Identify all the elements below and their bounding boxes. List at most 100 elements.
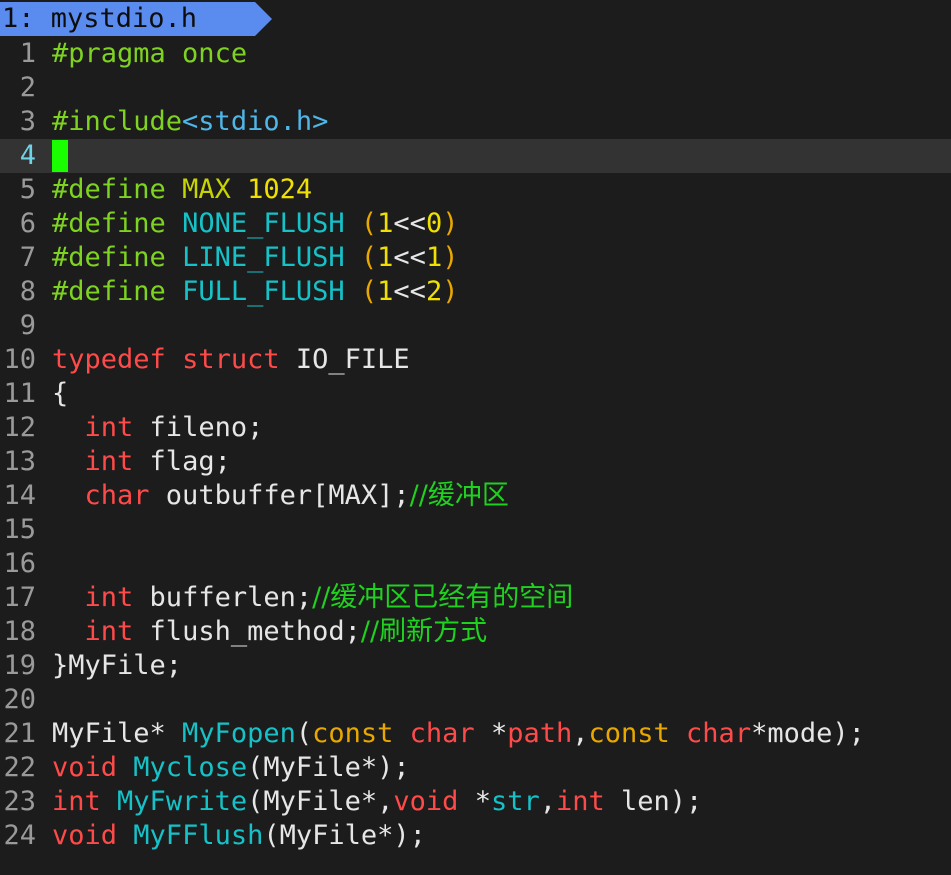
- code-line[interactable]: 12 int fileno;: [0, 411, 951, 445]
- code-text: int MyFwrite(MyFile*,void *str,int len);: [52, 786, 702, 817]
- code-line[interactable]: 19}MyFile;: [0, 649, 951, 683]
- line-number: 7: [19, 242, 36, 273]
- line-number: 5: [19, 174, 36, 205]
- code-line[interactable]: 13 int flag;: [0, 445, 951, 479]
- code-line[interactable]: 15: [0, 513, 951, 547]
- code-token: (MyFile*);: [263, 820, 426, 851]
- code-token: #define: [52, 276, 166, 307]
- code-token: 1: [377, 242, 394, 273]
- code-line[interactable]: 8 #define FULL_FLUSH (1<<2): [0, 275, 951, 309]
- code-token: ): [442, 276, 459, 307]
- code-token: char: [409, 718, 475, 749]
- code-line[interactable]: 1 #pragma once: [0, 37, 951, 71]
- code-token: int: [52, 786, 101, 817]
- code-text: char outbuffer[MAX];//缓冲区: [52, 480, 509, 511]
- code-token: void: [52, 752, 118, 783]
- code-token: <<: [393, 276, 426, 307]
- code-token: 1: [425, 242, 443, 273]
- code-token: #define: [52, 242, 166, 273]
- line-number: 6: [19, 208, 36, 239]
- code-text: int bufferlen;//缓冲区已经有的空间: [52, 582, 574, 613]
- code-text: #define NONE_FLUSH (1<<0): [52, 208, 458, 239]
- code-line[interactable]: 9: [0, 309, 951, 343]
- code-token: ): [442, 242, 459, 273]
- code-token: *: [458, 786, 491, 817]
- code-line[interactable]: 14 char outbuffer[MAX];//缓冲区: [0, 479, 951, 513]
- line-number: 23: [3, 786, 36, 817]
- code-line[interactable]: 21 MyFile* MyFopen(const char *path,const…: [0, 717, 951, 751]
- code-text: int flag;: [52, 446, 231, 477]
- code-line[interactable]: 11 {: [0, 377, 951, 411]
- code-line[interactable]: 24 void MyFFlush(MyFile*);: [0, 819, 951, 853]
- code-token: *: [474, 718, 508, 749]
- code-token: (MyFile*);: [247, 752, 410, 783]
- code-line[interactable]: 18 int flush_method;//刷新方式: [0, 615, 951, 649]
- line-number: 9: [19, 310, 36, 341]
- code-token: outbuffer[MAX];: [149, 480, 410, 511]
- code-text: MyFile* MyFopen(const char *path,const c…: [52, 718, 865, 749]
- line-number: 18: [3, 616, 36, 647]
- code-text: #include<stdio.h>: [52, 106, 328, 137]
- code-token: {: [52, 378, 69, 409]
- code-token: #include: [52, 106, 183, 137]
- code-line[interactable]: 2: [0, 71, 951, 105]
- code-line[interactable]: 20: [0, 683, 951, 717]
- code-line[interactable]: 16: [0, 547, 951, 581]
- code-token: bufferlen;: [133, 582, 313, 613]
- code-line[interactable]: 6 #define NONE_FLUSH (1<<0): [0, 207, 951, 241]
- code-token: len);: [604, 786, 703, 817]
- code-token: int: [84, 412, 134, 443]
- code-token: //缓冲区已经有的空间: [312, 582, 574, 613]
- code-token: MyFFlush: [133, 820, 264, 851]
- line-number: 13: [3, 446, 36, 477]
- line-number: 14: [3, 480, 36, 511]
- code-token: once: [165, 38, 248, 69]
- code-text: #pragma once: [52, 38, 247, 69]
- code-token: ,: [572, 718, 589, 749]
- code-line[interactable]: 5 #define MAX 1024: [0, 173, 951, 207]
- code-token: ,: [539, 786, 556, 817]
- code-token: //刷新方式: [360, 616, 488, 647]
- code-text: int flush_method;//刷新方式: [52, 616, 488, 647]
- code-text: #define FULL_FLUSH (1<<2): [52, 276, 458, 307]
- code-text: void Myclose(MyFile*);: [52, 752, 410, 783]
- code-line[interactable]: 3 #include<stdio.h>: [0, 105, 951, 139]
- code-line[interactable]: 7 #define LINE_FLUSH (1<<1): [0, 241, 951, 275]
- line-number: 15: [3, 514, 36, 545]
- code-token: (: [295, 718, 313, 749]
- code-token: flag;: [133, 446, 231, 477]
- code-token: 1: [377, 276, 394, 307]
- line-number: 16: [3, 548, 36, 579]
- code-token: #define: [52, 208, 166, 239]
- code-line[interactable]: 10 typedef struct IO_FILE: [0, 343, 951, 377]
- tab-mystdio-h[interactable]: 1: mystdio.h: [0, 2, 255, 36]
- code-line[interactable]: 17 int bufferlen;//缓冲区已经有的空间: [0, 581, 951, 615]
- line-number: 10: [3, 344, 36, 375]
- code-token: char: [686, 718, 752, 749]
- code-token: int: [84, 446, 134, 477]
- code-line[interactable]: 4: [0, 139, 951, 173]
- code-token: MyFopen: [182, 718, 296, 749]
- text-cursor: [52, 140, 68, 172]
- code-editor[interactable]: 1 #pragma once 2 3 #include<stdio.h> 4 5 #defin…: [0, 37, 951, 853]
- code-line[interactable]: 22 void Myclose(MyFile*);: [0, 751, 951, 785]
- line-number: 20: [3, 684, 36, 715]
- code-token: 1024: [247, 174, 313, 205]
- code-token: <<: [393, 242, 426, 273]
- code-line[interactable]: 23 int MyFwrite(MyFile*,void *str,int len…: [0, 785, 951, 819]
- line-number: 11: [3, 378, 36, 409]
- code-token: char: [84, 480, 150, 511]
- code-token: int: [556, 786, 605, 817]
